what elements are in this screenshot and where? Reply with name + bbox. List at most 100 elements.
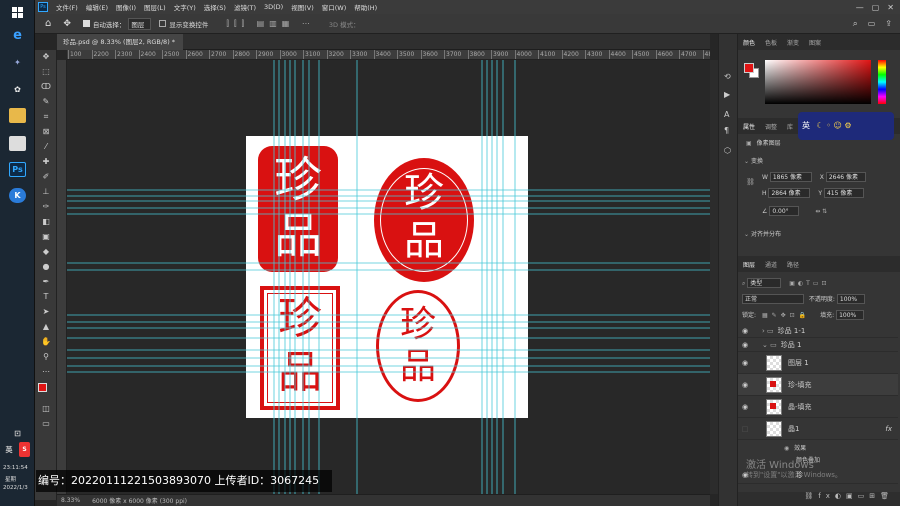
- align-section-title[interactable]: ⌄ 对齐并分布: [738, 229, 900, 238]
- tab-adjustments[interactable]: 调整: [760, 122, 782, 131]
- tab-libraries[interactable]: 库: [782, 122, 798, 131]
- lock-icons[interactable]: ▦✎✥⊡🔒: [762, 312, 810, 319]
- effects-row[interactable]: ◉ 效果: [738, 443, 900, 452]
- crop-icon[interactable]: ⌗: [40, 112, 52, 122]
- tab-paths[interactable]: 路径: [782, 260, 804, 269]
- layers-footer-icons[interactable]: ⛓fx◐▣▭⊞🗑: [738, 492, 900, 506]
- paragraph-panel-icon[interactable]: ¶: [724, 126, 729, 135]
- screen-mode-icon[interactable]: ▭: [40, 419, 52, 429]
- more-tools-icon[interactable]: ⋯: [40, 367, 52, 377]
- menu-select[interactable]: 选择(S): [204, 2, 226, 12]
- stamp-icon[interactable]: ⊥: [40, 187, 52, 197]
- shape-icon[interactable]: ▲: [40, 322, 52, 332]
- width-field[interactable]: 1865 像素: [769, 172, 812, 182]
- visibility-eye-icon[interactable]: ◉: [738, 327, 752, 335]
- menu-image[interactable]: 图像(I): [116, 2, 136, 12]
- ime-toolbar[interactable]: 英 ☾ ◦ ☺ ⚙: [798, 112, 894, 140]
- move-tool-icon[interactable]: ✥: [63, 19, 71, 29]
- layer-row-group-1-1[interactable]: ◉ › ▭ 珍品 1-1: [738, 324, 898, 338]
- photoshop-taskbar-icon[interactable]: Ps: [9, 162, 26, 177]
- minimize-icon[interactable]: —: [856, 3, 864, 12]
- quick-mask-icon[interactable]: ◫: [40, 404, 52, 414]
- eyedropper-icon[interactable]: ⁄: [40, 142, 52, 152]
- file-explorer-icon[interactable]: [9, 108, 26, 123]
- x-field[interactable]: 2646 像素: [825, 172, 866, 182]
- quick-select-icon[interactable]: ✎: [40, 97, 52, 107]
- color-picker-field[interactable]: [765, 60, 871, 104]
- visibility-eye-icon[interactable]: ◉: [738, 381, 752, 389]
- menu-filter[interactable]: 滤镜(T): [234, 2, 256, 12]
- photos-app-icon[interactable]: [9, 136, 26, 151]
- menu-type[interactable]: 文字(Y): [174, 2, 196, 12]
- link-dimensions-icon[interactable]: ⛓: [746, 178, 755, 186]
- 3d-panel-icon[interactable]: ⬡: [724, 146, 731, 155]
- filter-icons[interactable]: ▣◐T▭⊡: [789, 280, 829, 287]
- visibility-eye-icon[interactable]: ◉: [738, 403, 752, 411]
- menu-help[interactable]: 帮助(H): [354, 2, 377, 12]
- tab-patterns[interactable]: 图案: [804, 38, 826, 47]
- blend-mode-dropdown[interactable]: 正常: [742, 294, 804, 304]
- lasso-icon[interactable]: ↀ: [40, 82, 52, 92]
- panel-foreground-swatch[interactable]: [744, 63, 754, 73]
- canvas-workarea[interactable]: 珍 品 珍 品 珍 品 珍 品: [67, 60, 710, 494]
- fx-badge[interactable]: fx: [885, 425, 892, 433]
- brush-icon[interactable]: ✐: [40, 172, 52, 182]
- history-brush-icon[interactable]: ✑: [40, 202, 52, 212]
- gradient-icon[interactable]: ▣: [40, 232, 52, 242]
- menu-file[interactable]: 文件(F): [56, 2, 78, 12]
- visibility-eye-icon[interactable]: ◉: [738, 341, 752, 349]
- visibility-eye-off-icon[interactable]: □: [738, 425, 752, 433]
- actions-panel-icon[interactable]: ▶: [724, 90, 730, 99]
- layer-row-pin-fill[interactable]: ◉ 晶-填充: [738, 396, 898, 418]
- settings-app-icon[interactable]: ✿: [9, 82, 26, 97]
- marquee-icon[interactable]: ⬚: [40, 67, 52, 77]
- windows-start-icon[interactable]: [9, 5, 26, 20]
- height-field[interactable]: 2864 像素: [768, 188, 811, 198]
- network-icon[interactable]: ⊡: [9, 426, 26, 441]
- tab-channels[interactable]: 通道: [760, 260, 782, 269]
- zoom-level[interactable]: 8.33%: [61, 497, 80, 504]
- opacity-field[interactable]: 100%: [836, 294, 865, 304]
- zoom-icon[interactable]: ⚲: [40, 352, 52, 362]
- menu-3d[interactable]: 3D(D): [264, 3, 283, 11]
- auto-select-checkbox[interactable]: [82, 20, 90, 27]
- tab-layers[interactable]: 图层: [738, 260, 760, 269]
- auto-select-target-dropdown[interactable]: 图层: [128, 17, 152, 30]
- blur-icon[interactable]: ◆: [40, 247, 52, 257]
- y-field[interactable]: 415 像素: [823, 188, 864, 198]
- angle-field[interactable]: 0.00°: [769, 206, 800, 216]
- document-tab[interactable]: 珍品.psd @ 8.33% (图层2, RGB/8) * ✕: [57, 34, 183, 62]
- type-icon[interactable]: T: [40, 292, 52, 302]
- menu-window[interactable]: 窗口(W): [322, 2, 347, 12]
- flip-icons[interactable]: ⇹ ⇅: [815, 208, 827, 215]
- ie-browser-icon[interactable]: e: [9, 28, 26, 43]
- share-icon[interactable]: ⇪: [885, 19, 892, 28]
- workspace-icon[interactable]: ▭: [868, 19, 876, 28]
- search-icon[interactable]: ⌕: [853, 19, 858, 29]
- menu-layer[interactable]: 图层(L): [144, 2, 166, 12]
- align-icons[interactable]: ⫿⫿⫿ ▤▥▦ ⋯: [226, 19, 314, 29]
- maximize-icon[interactable]: ▢: [872, 3, 880, 12]
- layer-row-zhen-fill[interactable]: ◉ 珍-填充: [738, 374, 898, 396]
- visibility-eye-icon[interactable]: ◉: [738, 359, 752, 367]
- effects-eye-icon[interactable]: ◉: [784, 445, 789, 452]
- pen-icon[interactable]: ✒: [40, 277, 52, 287]
- k-app-icon[interactable]: K: [9, 188, 26, 203]
- fill-field[interactable]: 100%: [836, 310, 865, 320]
- menu-view[interactable]: 视图(V): [291, 2, 314, 12]
- character-panel-icon[interactable]: A: [724, 110, 729, 119]
- menu-edit[interactable]: 编辑(E): [86, 2, 108, 12]
- layer-row-pin1[interactable]: □ 晶1 fx: [738, 418, 898, 440]
- move-icon[interactable]: ✥: [40, 52, 52, 62]
- hue-slider[interactable]: [878, 60, 886, 104]
- sogou-ime-icon[interactable]: S: [19, 442, 30, 457]
- layer-kind-filter[interactable]: 类型: [747, 278, 782, 288]
- healing-icon[interactable]: ✚: [40, 157, 52, 167]
- frame-icon[interactable]: ⊠: [40, 127, 52, 137]
- foreground-color-swatch[interactable]: [38, 383, 47, 392]
- hand-icon[interactable]: ✋: [40, 337, 52, 347]
- canvas-vertical-scrollbar[interactable]: [710, 60, 718, 494]
- layer-row-layer-1[interactable]: ◉ 图层 1: [738, 352, 898, 374]
- eraser-icon[interactable]: ◧: [40, 217, 52, 227]
- layer-row-group-1[interactable]: ◉ ⌄ ▭ 珍品 1: [738, 338, 898, 352]
